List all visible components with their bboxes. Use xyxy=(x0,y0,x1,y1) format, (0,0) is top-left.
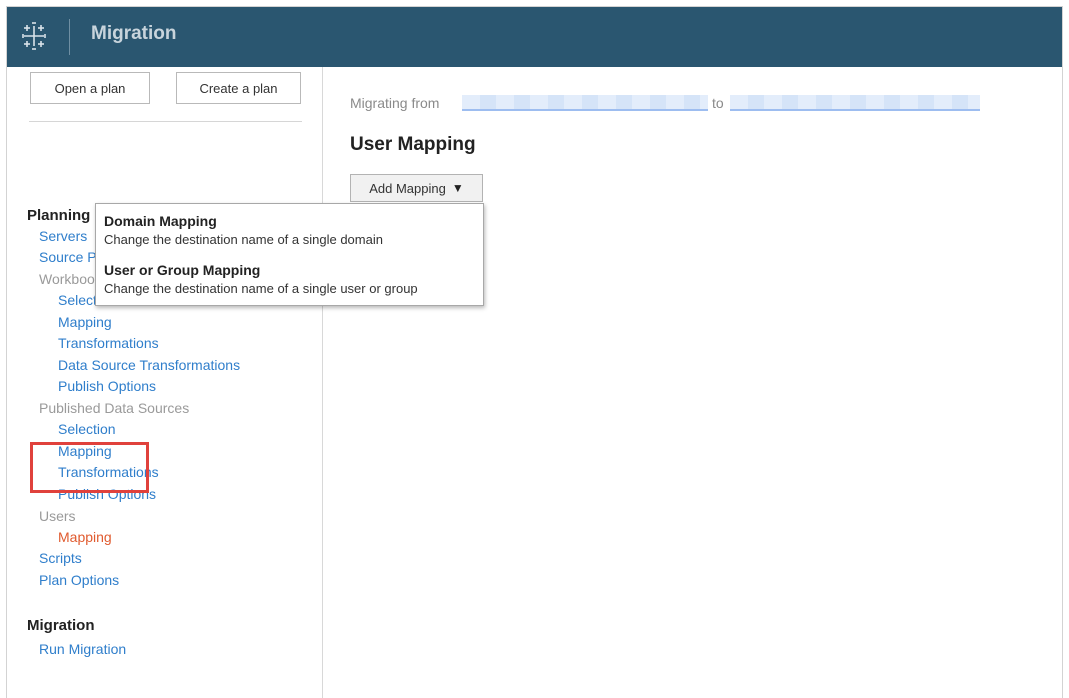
sidebar-item-data-source-transformations[interactable]: Data Source Transformations xyxy=(58,355,240,377)
open-plan-button[interactable]: Open a plan xyxy=(30,72,150,104)
add-mapping-button[interactable]: Add Mapping ▼ xyxy=(350,174,483,202)
option-description: Change the destination name of a single … xyxy=(104,281,418,296)
sidebar-item-datasource-selection[interactable]: Selection xyxy=(58,419,116,441)
planning-heading: Planning xyxy=(27,207,91,224)
tableau-logo-icon xyxy=(22,22,46,50)
destination-server-redacted xyxy=(730,95,980,111)
sidebar-item-scripts[interactable]: Scripts xyxy=(39,548,82,570)
option-title: User or Group Mapping xyxy=(104,262,261,278)
domain-mapping-option[interactable]: Domain Mapping Change the destination na… xyxy=(104,213,383,247)
sidebar-group-users: Users xyxy=(39,508,76,524)
top-bar: Migration xyxy=(7,7,1062,67)
caret-down-icon: ▼ xyxy=(451,181,464,195)
sidebar-item-workbook-mapping[interactable]: Mapping xyxy=(58,312,112,334)
option-description: Change the destination name of a single … xyxy=(104,232,383,247)
sidebar-item-plan-options[interactable]: Plan Options xyxy=(39,570,119,592)
user-or-group-mapping-option[interactable]: User or Group Mapping Change the destina… xyxy=(104,262,418,296)
sidebar-item-users-mapping[interactable]: Mapping xyxy=(58,527,112,549)
sidebar-item-run-migration[interactable]: Run Migration xyxy=(39,639,126,661)
sidebar-group-published-data-sources: Published Data Sources xyxy=(39,400,190,416)
header-divider xyxy=(69,19,70,55)
app-window: Migration Open a plan Create a plan Plan… xyxy=(6,6,1063,698)
sidebar xyxy=(7,67,323,698)
page-title: User Mapping xyxy=(350,134,476,155)
to-label: to xyxy=(712,95,724,111)
highlight-box xyxy=(30,442,149,493)
create-plan-button[interactable]: Create a plan xyxy=(176,72,301,104)
sidebar-item-workbook-publish-options[interactable]: Publish Options xyxy=(58,376,156,398)
sidebar-item-workbook-transformations[interactable]: Transformations xyxy=(58,333,159,355)
source-server-redacted xyxy=(462,95,708,111)
add-mapping-dropdown: Domain Mapping Change the destination na… xyxy=(95,203,484,306)
option-title: Domain Mapping xyxy=(104,213,217,229)
migrating-from-label: Migrating from xyxy=(350,95,440,111)
app-title: Migration xyxy=(91,23,177,44)
migration-heading: Migration xyxy=(27,617,95,634)
sidebar-divider xyxy=(29,121,302,122)
add-mapping-label: Add Mapping xyxy=(369,180,446,196)
sidebar-item-servers[interactable]: Servers xyxy=(39,226,87,248)
